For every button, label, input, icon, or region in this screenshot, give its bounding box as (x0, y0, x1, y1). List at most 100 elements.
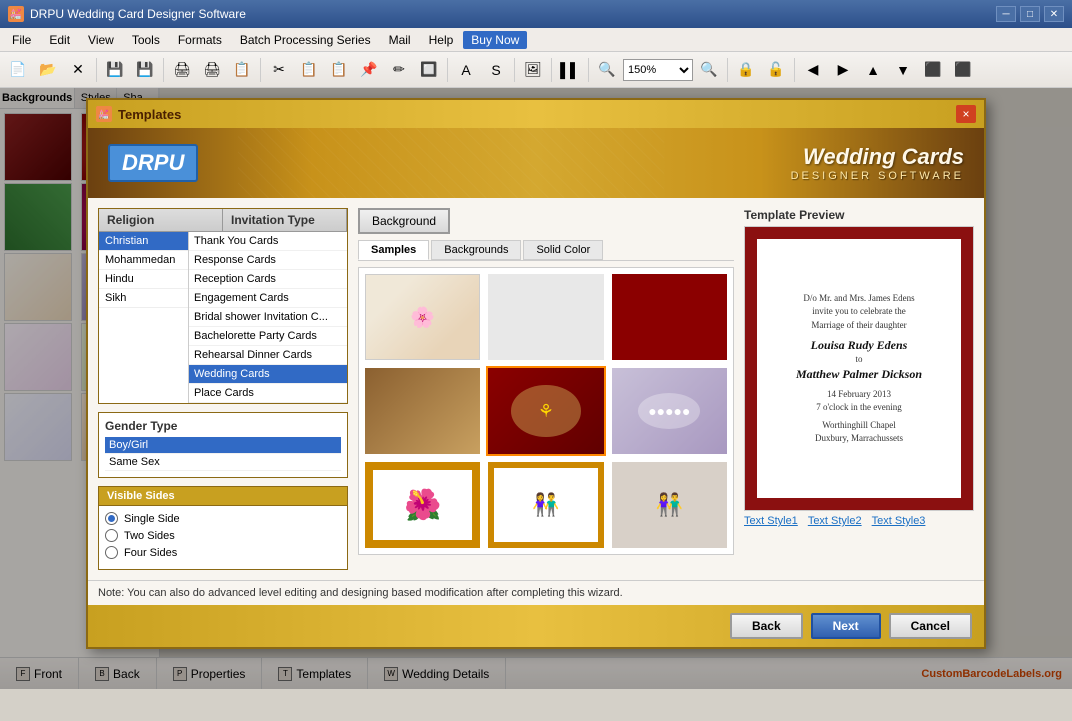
inv-bachelorette[interactable]: Bachelorette Party Cards (189, 327, 347, 346)
menu-formats[interactable]: Formats (170, 31, 230, 49)
text-style-3[interactable]: Text Style3 (872, 515, 926, 527)
toolbar-b7[interactable]: 🔲 (415, 56, 443, 84)
menu-tools[interactable]: Tools (124, 31, 168, 49)
maximize-button[interactable]: □ (1020, 6, 1040, 22)
floral-icon: 🌺 (404, 488, 441, 523)
title-bar-controls[interactable]: ─ □ ✕ (996, 6, 1064, 22)
dialog-close-button[interactable]: × (956, 105, 976, 123)
inv-reception[interactable]: Reception Cards (189, 270, 347, 289)
inv-response[interactable]: Response Cards (189, 251, 347, 270)
toolbar-b6[interactable]: ✏ (385, 56, 413, 84)
religion-hindu[interactable]: Hindu (99, 270, 188, 289)
inv-wedding[interactable]: Wedding Cards (189, 365, 347, 384)
toolbar-new[interactable]: 📄 (4, 56, 32, 84)
toolbar-unlock[interactable]: 🔓 (762, 56, 790, 84)
dialog-banner: DRPU Wedding Cards DESIGNER SOFTWARE (88, 128, 984, 198)
toolbar-b8[interactable]: S (482, 56, 510, 84)
tab-samples[interactable]: Samples (358, 240, 429, 260)
inv-place[interactable]: Place Cards (189, 384, 347, 403)
preview-content: D/o Mr. and Mrs. James Edens invite you … (745, 227, 973, 510)
toolbar-down[interactable]: ▼ (889, 56, 917, 84)
inv-bridal[interactable]: Bridal shower Invitation C... (189, 308, 347, 327)
preview-border-top (745, 227, 973, 239)
menu-batch[interactable]: Batch Processing Series (232, 31, 379, 49)
tab-solid-color[interactable]: Solid Color (523, 240, 603, 260)
sep3 (260, 58, 261, 82)
toolbar-save[interactable]: 💾 (101, 56, 129, 84)
template-4[interactable] (363, 366, 482, 456)
toolbar-print2[interactable]: 🖨 (198, 56, 226, 84)
radio-four[interactable] (105, 546, 118, 559)
toolbar-image[interactable]: 🖼 (519, 56, 547, 84)
toolbar-print3[interactable]: 📋 (228, 56, 256, 84)
toolbar-lock[interactable]: 🔒 (732, 56, 760, 84)
app-title: DRPU Wedding Card Designer Software (30, 7, 246, 21)
background-tab-btn[interactable]: Background (358, 208, 450, 234)
toolbar-forward[interactable]: ▶ (829, 56, 857, 84)
invitation-header: Invitation Type (223, 209, 347, 231)
template-1[interactable]: 🌸 (363, 272, 482, 362)
close-button[interactable]: ✕ (1044, 6, 1064, 22)
template-6[interactable]: ●●●●● (610, 366, 729, 456)
toolbar-zoomout[interactable]: 🔍 (695, 56, 723, 84)
toolbar-paste[interactable]: 📋 (325, 56, 353, 84)
template-8[interactable]: 👫 (486, 460, 605, 550)
cancel-button[interactable]: Cancel (889, 613, 972, 639)
toolbar-close[interactable]: ✕ (64, 56, 92, 84)
text-style-1[interactable]: Text Style1 (744, 515, 798, 527)
menu-edit[interactable]: Edit (41, 31, 78, 49)
preview-date: 14 February 2013 (827, 388, 891, 402)
zoom-select[interactable]: 150% 100% 75% 50% (623, 59, 693, 81)
inv-rehearsal[interactable]: Rehearsal Dinner Cards (189, 346, 347, 365)
menu-buy[interactable]: Buy Now (463, 31, 527, 49)
template-5[interactable]: ⚘ (486, 366, 605, 456)
template-3[interactable] (610, 272, 729, 362)
toolbar-b9[interactable]: ⬛ (919, 56, 947, 84)
text-style-2[interactable]: Text Style2 (808, 515, 862, 527)
toolbar-open[interactable]: 📂 (34, 56, 62, 84)
religion-list: Christian Mohammedan Hindu Sikh (99, 232, 189, 403)
template-9[interactable]: 👫 (610, 460, 729, 550)
gender-samesex[interactable]: Same Sex (105, 454, 341, 471)
toolbar-cut[interactable]: ✂ (265, 56, 293, 84)
toolbar-b10[interactable]: ⬛ (949, 56, 977, 84)
inv-engagement[interactable]: Engagement Cards (189, 289, 347, 308)
preview-to: to (855, 353, 862, 367)
religion-sikh[interactable]: Sikh (99, 289, 188, 308)
toolbar-back[interactable]: ◀ (799, 56, 827, 84)
toolbar-text[interactable]: A (452, 56, 480, 84)
visible-sides-section: Visible Sides Single Side Two Sides (98, 486, 348, 570)
side-single[interactable]: Single Side (105, 512, 341, 525)
toolbar-print[interactable]: 🖨 (168, 56, 196, 84)
inv-thankyou[interactable]: Thank You Cards (189, 232, 347, 251)
gender-boygirl[interactable]: Boy/Girl (105, 437, 341, 454)
minimize-button[interactable]: ─ (996, 6, 1016, 22)
toolbar-copy[interactable]: 📋 (295, 56, 323, 84)
side-two[interactable]: Two Sides (105, 529, 341, 542)
toolbar-b5[interactable]: 📌 (355, 56, 383, 84)
religion-mohammedan[interactable]: Mohammedan (99, 251, 188, 270)
back-button[interactable]: Back (730, 613, 803, 639)
tab-backgrounds[interactable]: Backgrounds (431, 240, 521, 260)
radio-single[interactable] (105, 512, 118, 525)
religion-christian[interactable]: Christian (99, 232, 188, 251)
menu-help[interactable]: Help (421, 31, 462, 49)
menu-view[interactable]: View (80, 31, 122, 49)
sep2 (163, 58, 164, 82)
template-2[interactable] (486, 272, 605, 362)
preview-border-bottom (745, 498, 973, 510)
menu-bar: File Edit View Tools Formats Batch Proce… (0, 28, 1072, 52)
menu-mail[interactable]: Mail (381, 31, 419, 49)
template-7[interactable]: 🌺 (363, 460, 482, 550)
menu-file[interactable]: File (4, 31, 39, 49)
sep8 (727, 58, 728, 82)
toolbar-zoomin[interactable]: 🔍 (593, 56, 621, 84)
side-four[interactable]: Four Sides (105, 546, 341, 559)
radio-two[interactable] (105, 529, 118, 542)
toolbar: 📄 📂 ✕ 💾 💾 🖨 🖨 📋 ✂ 📋 📋 📌 ✏ 🔲 A S 🖼 ▌▌ 🔍 1… (0, 52, 1072, 88)
toolbar-barcode[interactable]: ▌▌ (556, 56, 584, 84)
toolbar-saveas[interactable]: 💾 (131, 56, 159, 84)
toolbar-up[interactable]: ▲ (859, 56, 887, 84)
preview-line-2: invite you to celebrate the (812, 305, 905, 319)
next-button[interactable]: Next (811, 613, 881, 639)
